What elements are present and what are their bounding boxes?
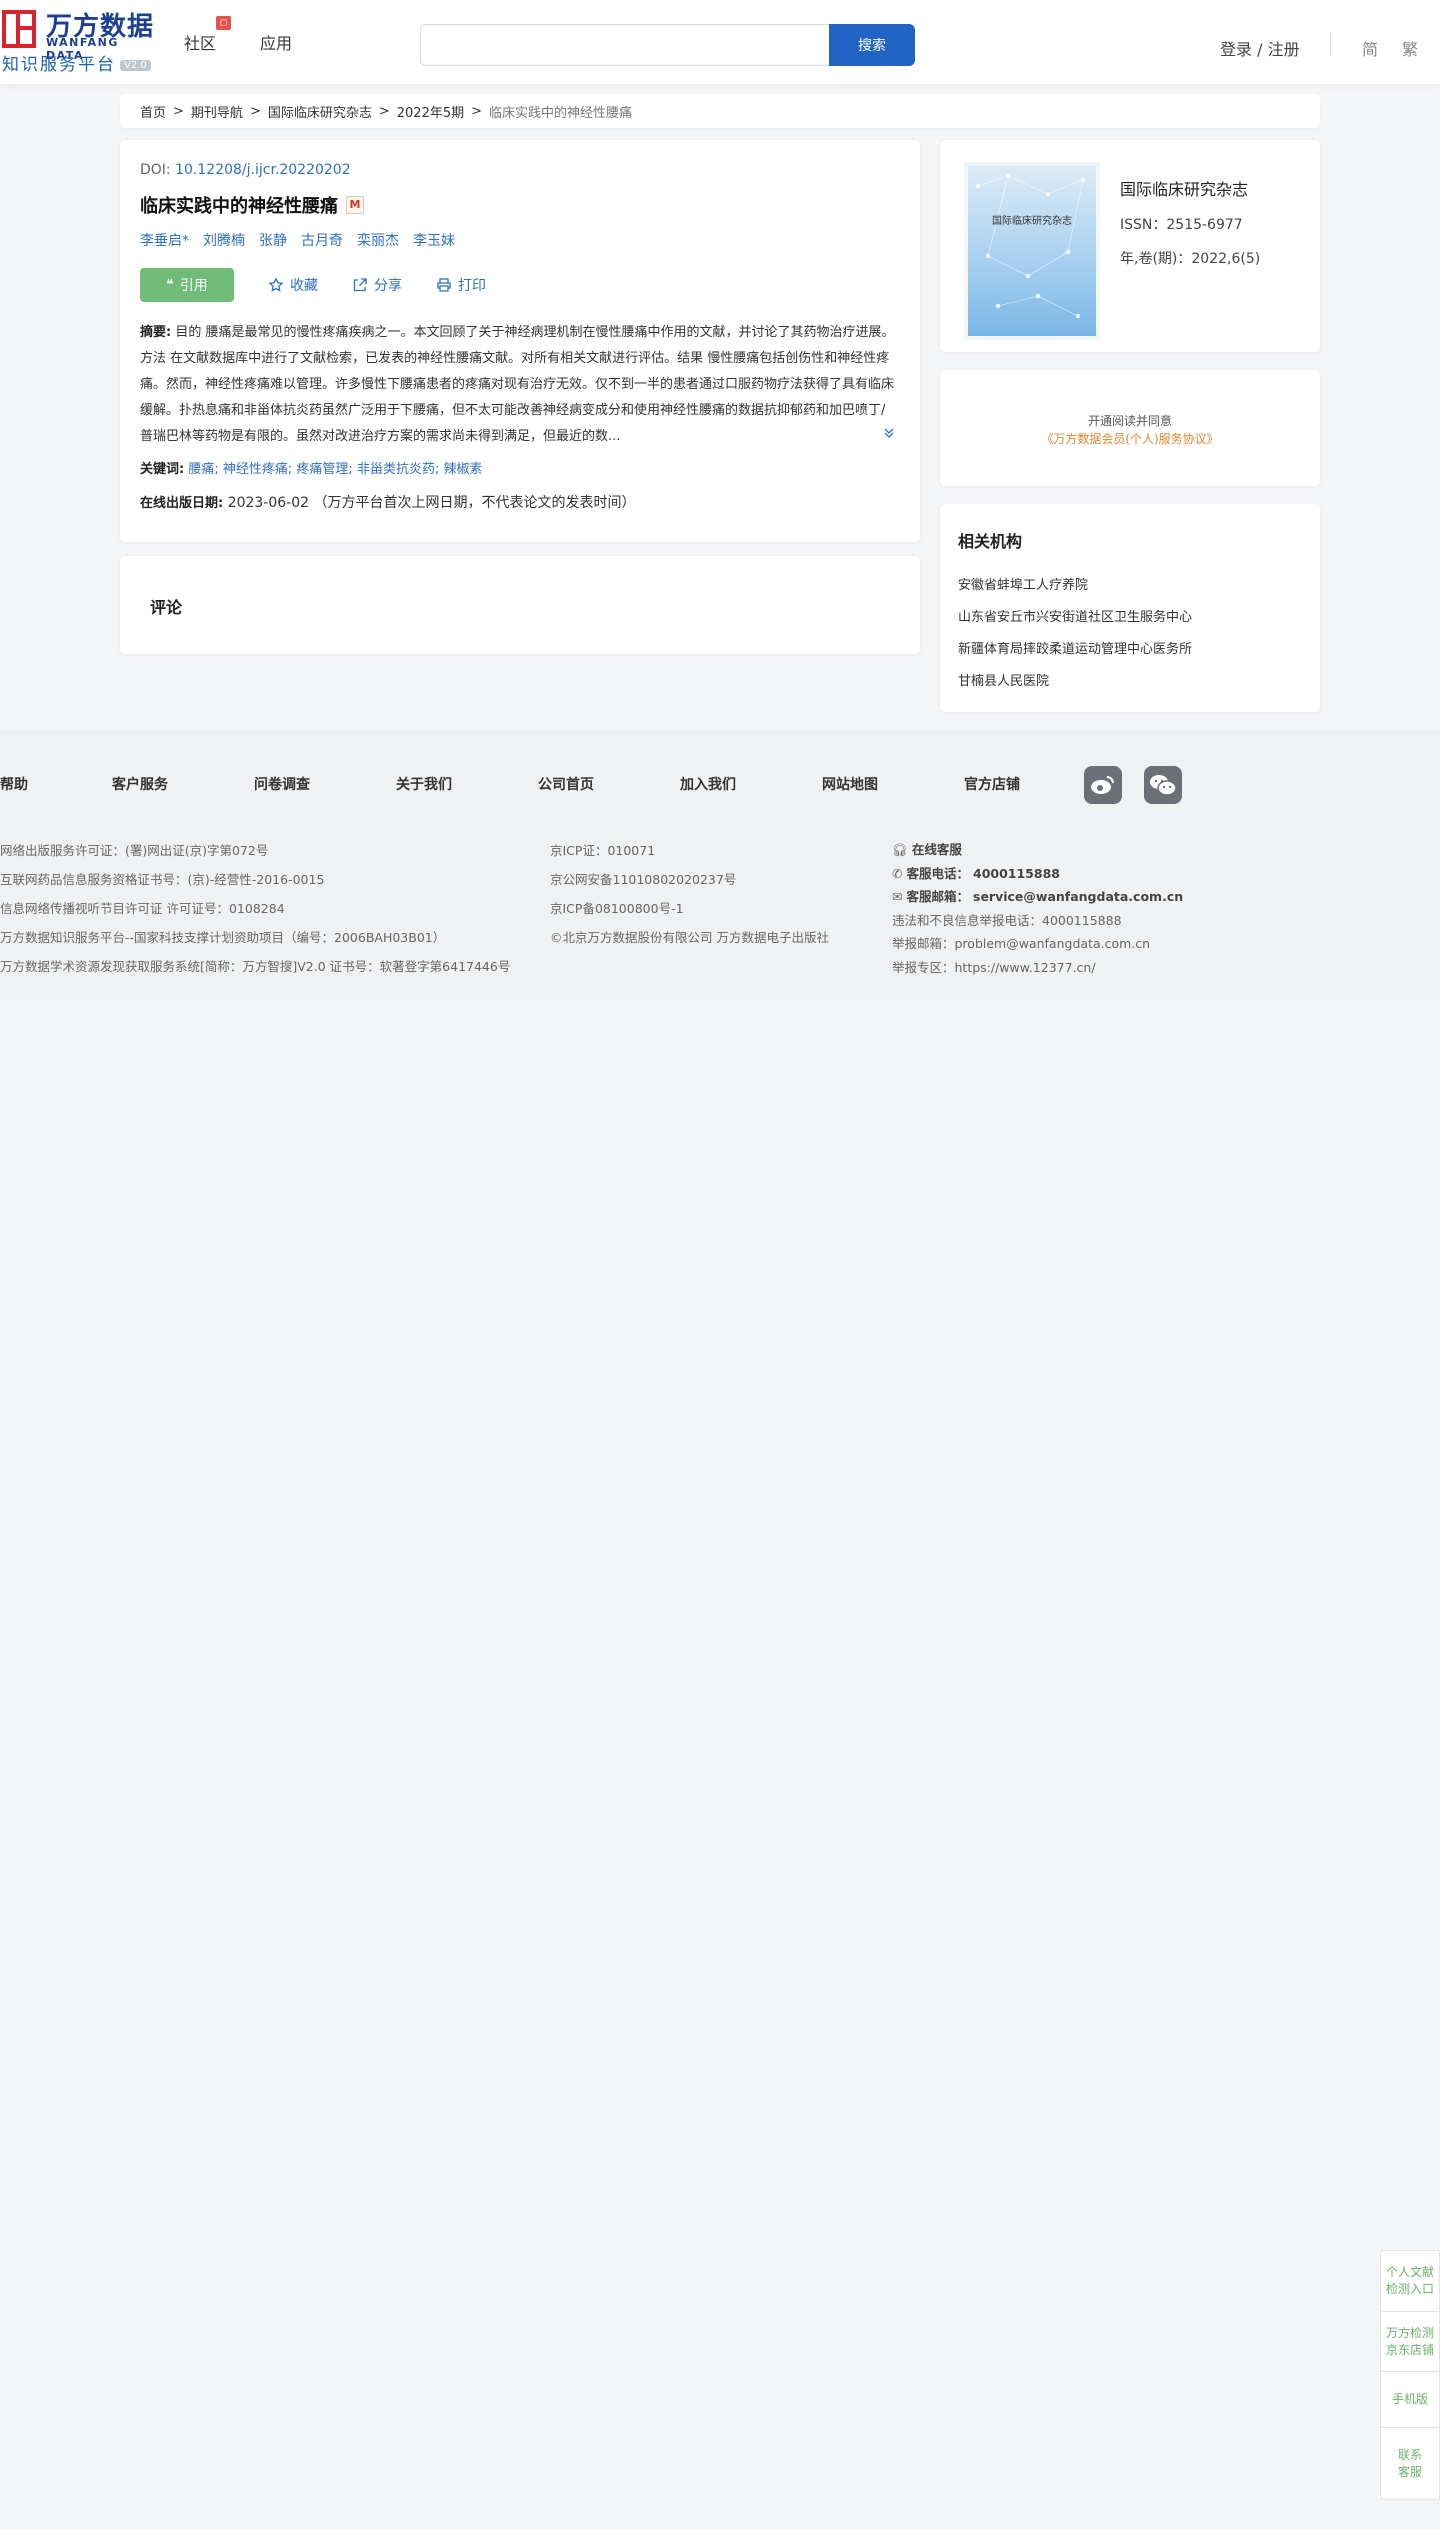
keyword-link[interactable]: 辣椒素 xyxy=(443,462,482,477)
wanfang-logo-mark-icon xyxy=(2,10,36,48)
lang-simplified[interactable]: 简 xyxy=(1362,36,1378,60)
print-button[interactable]: 打印 xyxy=(436,275,486,295)
breadcrumb: 首页 > 期刊导航 > 国际临床研究杂志 > 2022年5期 > 临床实践中的神经性腰痛 xyxy=(120,94,1320,128)
top-header: 万方数据 WANFANG DATA 知识服务平台 V2.0 社区 ◻ 应用 搜索 … xyxy=(0,0,1440,84)
journal-volume: 年,卷(期)：2022,6(5) xyxy=(1120,251,1261,267)
community-new-icon: ◻ xyxy=(216,16,231,30)
breadcrumb-current: 临床实践中的神经性腰痛 xyxy=(489,105,633,121)
footer-link-company[interactable]: 公司首页 xyxy=(538,774,680,794)
breadcrumb-home[interactable]: 首页 xyxy=(140,102,166,121)
footer-nav: 帮助 客户服务 问卷调查 关于我们 公司首页 加入我们 网站地图 官方店铺 xyxy=(0,774,1100,794)
author-list: 李垂启* 刘腾楠 张静 古月奇 栾丽杰 李玉妹 xyxy=(140,230,455,250)
keyword-link[interactable]: 腰痛; xyxy=(188,462,218,477)
comment-card: 评论 xyxy=(120,556,920,654)
article-title: 临床实践中的神经性腰痛 M xyxy=(140,192,364,218)
keyword-link[interactable]: 疼痛管理; xyxy=(296,462,352,477)
list-item[interactable]: 安徽省蚌埠工人疗养院 xyxy=(958,570,1192,602)
breadcrumb-issue[interactable]: 2022年5期 xyxy=(397,102,464,121)
star-icon xyxy=(268,277,284,292)
right-float-bar: 个人文献检测入口 万方检测京东店铺 手机版 联系客服 xyxy=(1380,2250,1440,2500)
login-register-link[interactable]: 登录 / 注册 xyxy=(1220,36,1300,60)
service-agreement-link[interactable]: 《万方数据会员(个人)服务协议》 xyxy=(940,430,1320,447)
author-link[interactable]: 古月奇 xyxy=(301,230,343,250)
list-item[interactable]: 甘楠县人民医院 xyxy=(958,666,1192,698)
access-notice-card: 开通阅读并同意 《万方数据会员(个人)服务协议》 xyxy=(940,370,1320,486)
journal-card: 国际临床研究杂志 国际临床研究杂志 ISSN：2515-6977 年,卷(期)：… xyxy=(940,140,1320,352)
phone-icon: ✆ xyxy=(892,865,903,881)
breadcrumb-journal-nav[interactable]: 期刊导航 xyxy=(191,102,243,121)
headset-icon: 🎧︎ xyxy=(892,842,908,857)
doi-line: DOI: 10.12208/j.ijcr.20220202 xyxy=(140,162,351,178)
report-email[interactable]: 举报邮箱：problem@wanfangdata.com.cn xyxy=(892,932,1183,956)
mendeley-icon[interactable]: M xyxy=(346,196,364,214)
abstract-text: 摘要: 目的 腰痛是最常见的慢性疼痛疾病之一。本文回顾了关于神经病理机制在慢性腰… xyxy=(140,325,895,444)
online-service[interactable]: 🎧︎ 在线客服 xyxy=(892,838,1183,862)
related-orgs-card: 相关机构 安徽省蚌埠工人疗养院 山东省安丘市兴安街道社区卫生服务中心 新疆体育局… xyxy=(940,504,1320,712)
personal-check-button[interactable]: 个人文献检测入口 xyxy=(1380,2250,1440,2312)
list-item[interactable]: 山东省安丘市兴安街道社区卫生服务中心 xyxy=(958,602,1192,634)
keyword-link[interactable]: 神经性疼痛; xyxy=(223,462,292,477)
journal-cover[interactable]: 国际临床研究杂志 xyxy=(968,166,1096,336)
author-link[interactable]: 李玉妹 xyxy=(413,230,455,250)
comment-title: 评论 xyxy=(150,598,183,617)
lang-traditional[interactable]: 繁 xyxy=(1402,36,1418,60)
footer-link-help[interactable]: 帮助 xyxy=(0,774,112,794)
list-item[interactable]: 新疆体育局摔跤柔道运动管理中心医务所 xyxy=(958,634,1192,666)
contact-service-button[interactable]: 联系客服 xyxy=(1380,2428,1440,2500)
publish-date: 在线出版日期: 2023-06-02 （万方平台首次上网日期，不代表论文的发表时… xyxy=(140,495,636,511)
notice-text: 开通阅读并同意 xyxy=(1087,414,1172,428)
logo-subtitle: 知识服务平台 V2.0 xyxy=(2,50,151,75)
author-link[interactable]: 张静 xyxy=(259,230,287,250)
wechat-icon[interactable] xyxy=(1144,766,1182,804)
wanfang-logo[interactable]: 万方数据 WANFANG DATA 知识服务平台 V2.0 xyxy=(0,6,160,75)
doi-link[interactable]: 10.12208/j.ijcr.20220202 xyxy=(175,162,351,178)
printer-icon xyxy=(437,278,451,292)
footer-link-survey[interactable]: 问卷调查 xyxy=(254,774,396,794)
expand-chevron-icon[interactable] xyxy=(882,426,896,440)
footer-link-store[interactable]: 官方店铺 xyxy=(964,774,1084,794)
cover-title: 国际临床研究杂志 xyxy=(992,216,1072,227)
related-orgs-list: 安徽省蚌埠工人疗养院 山东省安丘市兴安街道社区卫生服务中心 新疆体育局摔跤柔道运… xyxy=(958,570,1192,698)
share-button[interactable]: 分享 xyxy=(352,275,402,295)
author-link[interactable]: 栾丽杰 xyxy=(357,230,399,250)
service-email[interactable]: ✉ 客服邮箱： service@wanfangdata.com.cn xyxy=(892,885,1183,909)
cite-button[interactable]: ❝ 引用 xyxy=(140,268,234,302)
favorite-button[interactable]: 收藏 xyxy=(268,275,318,295)
share-icon xyxy=(353,278,367,292)
header-divider xyxy=(1330,34,1331,56)
weibo-icon[interactable] xyxy=(1084,766,1122,804)
search-button[interactable]: 搜索 xyxy=(829,24,915,66)
related-orgs-title: 相关机构 xyxy=(958,532,1023,551)
mail-icon: ✉ xyxy=(892,889,903,904)
cover-network-pattern xyxy=(975,173,1086,319)
footer-link-sitemap[interactable]: 网站地图 xyxy=(822,774,964,794)
service-phone: ✆ 客服电话： 4000115888 xyxy=(892,862,1183,886)
keywords-line: 关键词: 腰痛; 神经性疼痛; 疼痛管理; 非甾类抗炎药; 辣椒素 xyxy=(140,462,483,477)
search-input[interactable] xyxy=(420,24,830,66)
article-card: DOI: 10.12208/j.ijcr.20220202 临床实践中的神经性腰… xyxy=(120,140,920,542)
keyword-link[interactable]: 非甾类抗炎药; xyxy=(357,462,439,477)
nav-apps[interactable]: 应用 xyxy=(260,30,292,54)
footer-link-join[interactable]: 加入我们 xyxy=(680,774,822,794)
footer-link-customer-service[interactable]: 客户服务 xyxy=(112,774,254,794)
footer-icp-col: 京ICP证：010071 京公网安备11010802020237号 京ICP备0… xyxy=(550,843,829,945)
journal-name-link[interactable]: 国际临床研究杂志 xyxy=(1120,176,1248,200)
report-zone[interactable]: 举报专区：https://www.12377.cn/ xyxy=(892,956,1183,980)
breadcrumb-journal[interactable]: 国际临床研究杂志 xyxy=(268,102,372,121)
footer-link-about[interactable]: 关于我们 xyxy=(396,774,538,794)
author-link[interactable]: 刘腾楠 xyxy=(203,230,245,250)
nav-community[interactable]: 社区 xyxy=(184,30,216,54)
footer-license-col: 网络出版服务许可证：(署)网出证(京)字第072号 互联网药品信息服务资格证书号… xyxy=(0,843,511,974)
footer: 帮助 客户服务 问卷调查 关于我们 公司首页 加入我们 网站地图 官方店铺 网络… xyxy=(0,730,1440,1000)
mobile-version-button[interactable]: 手机版 xyxy=(1380,2372,1440,2428)
author-link[interactable]: 李垂启* xyxy=(140,230,189,250)
footer-contact-col: 🎧︎ 在线客服 ✆ 客服电话： 4000115888 ✉ 客服邮箱： service@wa… xyxy=(892,838,1183,979)
jd-store-button[interactable]: 万方检测京东店铺 xyxy=(1380,2312,1440,2372)
report-phone: 违法和不良信息举报电话：4000115888 xyxy=(892,912,1122,928)
article-actions: ❝ 引用 收藏 分享 打印 xyxy=(140,268,486,302)
quote-icon: ❝ xyxy=(166,277,174,293)
version-badge: V2.0 xyxy=(120,59,151,71)
journal-issn: ISSN：2515-6977 xyxy=(1120,217,1243,233)
